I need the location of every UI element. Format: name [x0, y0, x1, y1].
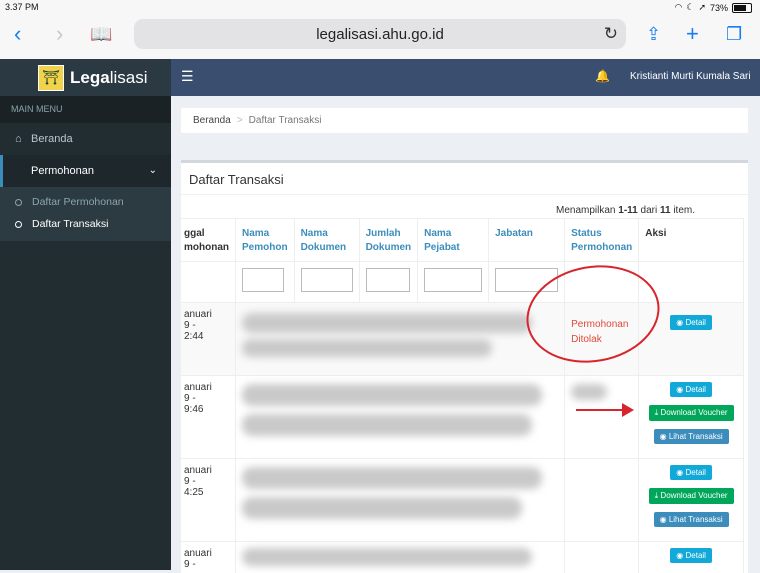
url-text: legalisasi.ahu.go.id: [134, 26, 626, 43]
filter-nama-pejabat-input[interactable]: [424, 268, 482, 292]
table-row: anuari9 -9:46 ◉ Detail ⤓ Download Vouche…: [181, 376, 744, 459]
cell-redacted: [236, 303, 565, 376]
tabs-icon[interactable]: ❐: [726, 22, 742, 46]
emblem-icon: ⛩: [38, 65, 64, 91]
chevron-down-icon: ⌄: [149, 155, 157, 187]
status-time: 3.37 PM: [5, 2, 39, 12]
wifi-icon: ◠: [675, 2, 683, 13]
cell-actions: ◉ Detail ⤓ Download Voucher ◉ Lihat Tran…: [639, 376, 744, 459]
download-voucher-button[interactable]: ⤓ Download Voucher: [649, 405, 734, 421]
transaction-panel: Daftar Transaksi Menampilkan 1-11 dari 1…: [181, 160, 748, 573]
cell-actions: ◉ Detail ⤓ Download Voucher ◉ Lihat Tran…: [639, 459, 744, 542]
back-icon[interactable]: ‹: [14, 22, 21, 46]
sidebar-subitem-daftar-permohonan[interactable]: Daftar Permohonan: [0, 191, 171, 213]
status-right: ◠ ☾ ➚ 73%: [675, 2, 753, 13]
panel-title: Daftar Transaksi: [189, 172, 284, 187]
detail-button[interactable]: ◉ Detail: [670, 382, 712, 397]
detail-button[interactable]: ◉ Detail: [670, 465, 712, 480]
cell-date: anuari9 -2:44: [181, 303, 236, 376]
col-nama-pejabat[interactable]: NamaPejabat: [418, 219, 489, 262]
new-tab-icon[interactable]: +: [686, 22, 699, 46]
sidebar-item-permohonan[interactable]: Permohonan ⌄: [0, 155, 171, 187]
circle-icon: [15, 221, 22, 228]
table-row: anuari9 -4:25 ◉ Detail ⤓ Download Vouche…: [181, 459, 744, 542]
cell-date: anuari9 -: [181, 542, 236, 573]
logo-rest: lisasi: [110, 68, 148, 88]
bell-icon[interactable]: 🔔: [595, 69, 610, 83]
main-menu-header: MAIN MENU: [0, 96, 171, 123]
logo-bold: Lega: [70, 68, 110, 88]
cell-status: [565, 459, 639, 542]
table-header-row: ggalmohonan NamaPemohon NamaDokumen Juml…: [181, 219, 744, 262]
breadcrumb-current: Daftar Transaksi: [249, 115, 322, 126]
download-voucher-button[interactable]: ⤓ Download Voucher: [649, 488, 734, 504]
sidebar-subitem-daftar-transaksi[interactable]: Daftar Transaksi: [0, 213, 171, 235]
permohonan-submenu: Daftar Permohonan Daftar Transaksi: [0, 187, 171, 241]
filter-nama-pemohon-input[interactable]: [242, 268, 284, 292]
browser-toolbar: ‹ › 📖 legalisasi.ahu.go.id ↻ ⇪ + ❐: [0, 14, 760, 60]
ios-status-bar: 3.37 PM ◠ ☾ ➚ 73%: [0, 0, 760, 14]
cell-date: anuari9 -4:25: [181, 459, 236, 542]
filter-row: [181, 262, 744, 303]
detail-button[interactable]: ◉ Detail: [670, 548, 712, 563]
filter-nama-dokumen-input[interactable]: [301, 268, 353, 292]
hamburger-icon[interactable]: ☰: [181, 68, 194, 85]
cell-actions: ◉ Detail: [639, 542, 744, 573]
location-icon: ➚: [698, 2, 706, 13]
user-name[interactable]: Kristianti Murti Kumala Sari: [630, 71, 751, 82]
lihat-transaksi-button[interactable]: ◉ Lihat Transaksi: [654, 429, 729, 444]
col-jumlah-dokumen[interactable]: JumlahDokumen: [359, 219, 418, 262]
lihat-transaksi-button[interactable]: ◉ Lihat Transaksi: [654, 512, 729, 527]
sidebar: ⛩ Legalisasi MAIN MENU ⌂Beranda Permohon…: [0, 59, 171, 570]
circle-icon: [15, 199, 22, 206]
col-nama-pemohon[interactable]: NamaPemohon: [236, 219, 295, 262]
table-row: anuari9 - ◉ Detail: [181, 542, 744, 573]
breadcrumb-separator: >: [237, 115, 243, 126]
detail-button[interactable]: ◉ Detail: [670, 315, 712, 330]
pagination-summary: Menampilkan 1-11 dari 11 item.: [556, 205, 695, 216]
home-icon: ⌂: [15, 123, 31, 155]
filter-jumlah-dokumen-input[interactable]: [366, 268, 410, 292]
col-aksi: Aksi: [639, 219, 744, 262]
forward-icon[interactable]: ›: [56, 22, 63, 46]
cell-status: [565, 542, 639, 573]
transaction-table: ggalmohonan NamaPemohon NamaDokumen Juml…: [181, 218, 744, 573]
col-status[interactable]: StatusPermohonan: [565, 219, 639, 262]
breadcrumb-home[interactable]: Beranda: [193, 115, 231, 126]
cell-redacted: [236, 542, 565, 573]
app-logo[interactable]: ⛩ Legalisasi: [0, 59, 171, 96]
sidebar-item-label: Beranda: [31, 133, 73, 145]
col-tanggal[interactable]: ggalmohonan: [181, 219, 236, 262]
battery-percent: 73%: [710, 3, 728, 13]
battery-icon: [732, 3, 752, 13]
cell-redacted: [236, 376, 565, 459]
sidebar-item-beranda[interactable]: ⌂Beranda: [0, 123, 171, 155]
reload-icon[interactable]: ↻: [604, 24, 618, 44]
annotation-arrow: [576, 409, 626, 411]
address-bar[interactable]: legalisasi.ahu.go.id ↻: [134, 19, 626, 49]
col-jabatan[interactable]: Jabatan: [489, 219, 565, 262]
cell-status: [565, 376, 639, 459]
share-icon[interactable]: ⇪: [646, 22, 661, 46]
bookmarks-icon[interactable]: 📖: [90, 22, 112, 46]
moon-icon: ☾: [686, 2, 694, 13]
sidebar-item-label: Permohonan: [31, 165, 94, 177]
top-navbar: ☰ 🔔 Kristianti Murti Kumala Sari: [171, 59, 760, 96]
cell-date: anuari9 -9:46: [181, 376, 236, 459]
cell-redacted: [236, 459, 565, 542]
breadcrumb: Beranda > Daftar Transaksi: [181, 108, 748, 133]
col-nama-dokumen[interactable]: NamaDokumen: [294, 219, 359, 262]
annotation-arrow-head: [622, 403, 634, 417]
